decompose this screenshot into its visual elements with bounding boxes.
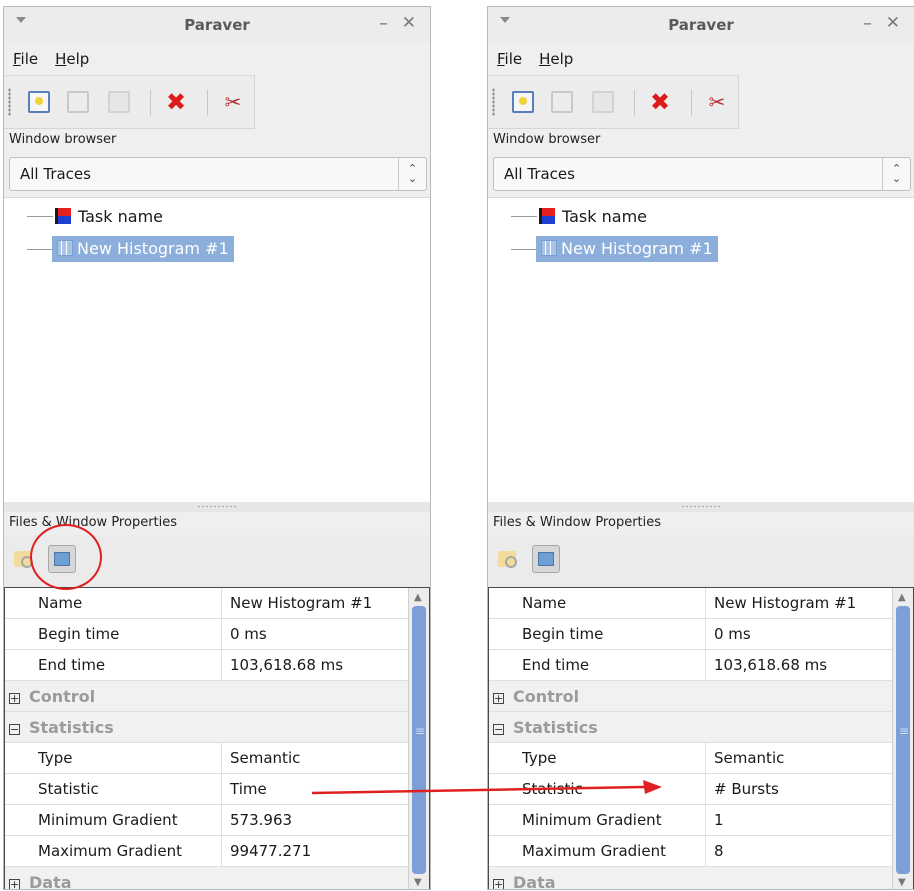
annotation-arrow-head [643, 780, 662, 794]
annotation-arrow [311, 780, 662, 795]
annotation-arrow-line [311, 785, 646, 795]
